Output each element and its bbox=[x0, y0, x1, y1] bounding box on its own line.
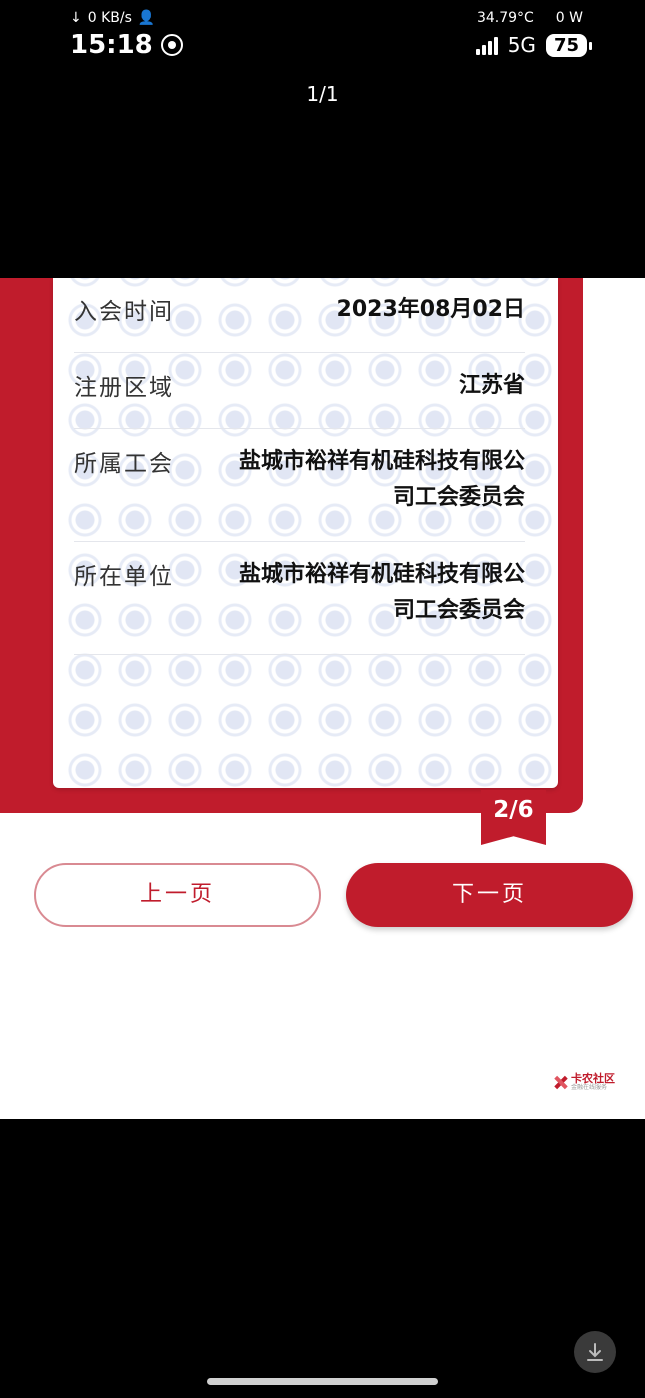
watermark-subtext: 金融在线服务 bbox=[571, 1084, 608, 1091]
power-readout: 0 W bbox=[555, 10, 583, 26]
download-button[interactable] bbox=[574, 1331, 616, 1373]
screenshot-content: 入会时间 2023年08月02日 注册区域 江苏省 所属工会 盐城市裕祥有机硅科… bbox=[0, 278, 645, 1119]
status-time: 15:18 bbox=[70, 30, 153, 60]
home-indicator[interactable] bbox=[207, 1378, 438, 1385]
row-label: 所在单位 bbox=[74, 564, 174, 590]
page-counter: 1/1 bbox=[306, 82, 339, 106]
download-speed-icon: ↓ bbox=[70, 10, 82, 26]
net-speed: 0 KB/s bbox=[87, 10, 132, 26]
info-row-join-date: 入会时间 2023年08月02日 bbox=[74, 292, 525, 353]
row-value: 盐城市裕祥有机硅科技有限公司工会委员会 bbox=[238, 562, 525, 623]
row-label: 入会时间 bbox=[74, 299, 174, 325]
row-value: 江苏省 bbox=[458, 373, 525, 398]
info-row-employer: 所在单位 盐城市裕祥有机硅科技有限公司工会委员会 bbox=[74, 557, 525, 655]
signal-icon bbox=[475, 35, 498, 55]
watermark: 卡农社区 金融在线服务 bbox=[553, 1073, 615, 1091]
page-badge: 2/6 bbox=[481, 790, 546, 845]
row-value: 2023年08月02日 bbox=[336, 297, 525, 322]
next-page-button[interactable]: 下一页 bbox=[346, 863, 633, 927]
network-type: 5G bbox=[507, 33, 536, 57]
row-label: 注册区域 bbox=[74, 375, 174, 401]
status-time-wrap: 15:18 bbox=[70, 30, 183, 60]
status-bar: ↓ 0 KB/s 👤 15:18 34.79°C 0 W 5G 75 bbox=[0, 0, 645, 70]
prev-page-button[interactable]: 上一页 bbox=[34, 863, 321, 927]
watermark-logo-icon bbox=[553, 1075, 568, 1090]
info-row-region: 注册区域 江苏省 bbox=[74, 368, 525, 429]
status-right-top: 34.79°C 0 W bbox=[477, 10, 583, 26]
battery-icon: 75 bbox=[545, 33, 593, 57]
user-icon: 👤 bbox=[137, 10, 156, 26]
status-left-top: ↓ 0 KB/s 👤 bbox=[70, 10, 155, 26]
watermark-text: 卡农社区 bbox=[571, 1072, 615, 1085]
row-label: 所属工会 bbox=[74, 451, 174, 477]
status-right-bottom: 5G 75 bbox=[475, 33, 593, 57]
temperature: 34.79°C bbox=[476, 10, 534, 26]
member-info-card: 入会时间 2023年08月02日 注册区域 江苏省 所属工会 盐城市裕祥有机硅科… bbox=[53, 278, 558, 788]
download-arrow-icon bbox=[587, 1343, 603, 1361]
flower-icon bbox=[160, 34, 183, 56]
info-row-union: 所属工会 盐城市裕祥有机硅科技有限公司工会委员会 bbox=[74, 444, 525, 542]
row-value: 盐城市裕祥有机硅科技有限公司工会委员会 bbox=[238, 449, 525, 510]
